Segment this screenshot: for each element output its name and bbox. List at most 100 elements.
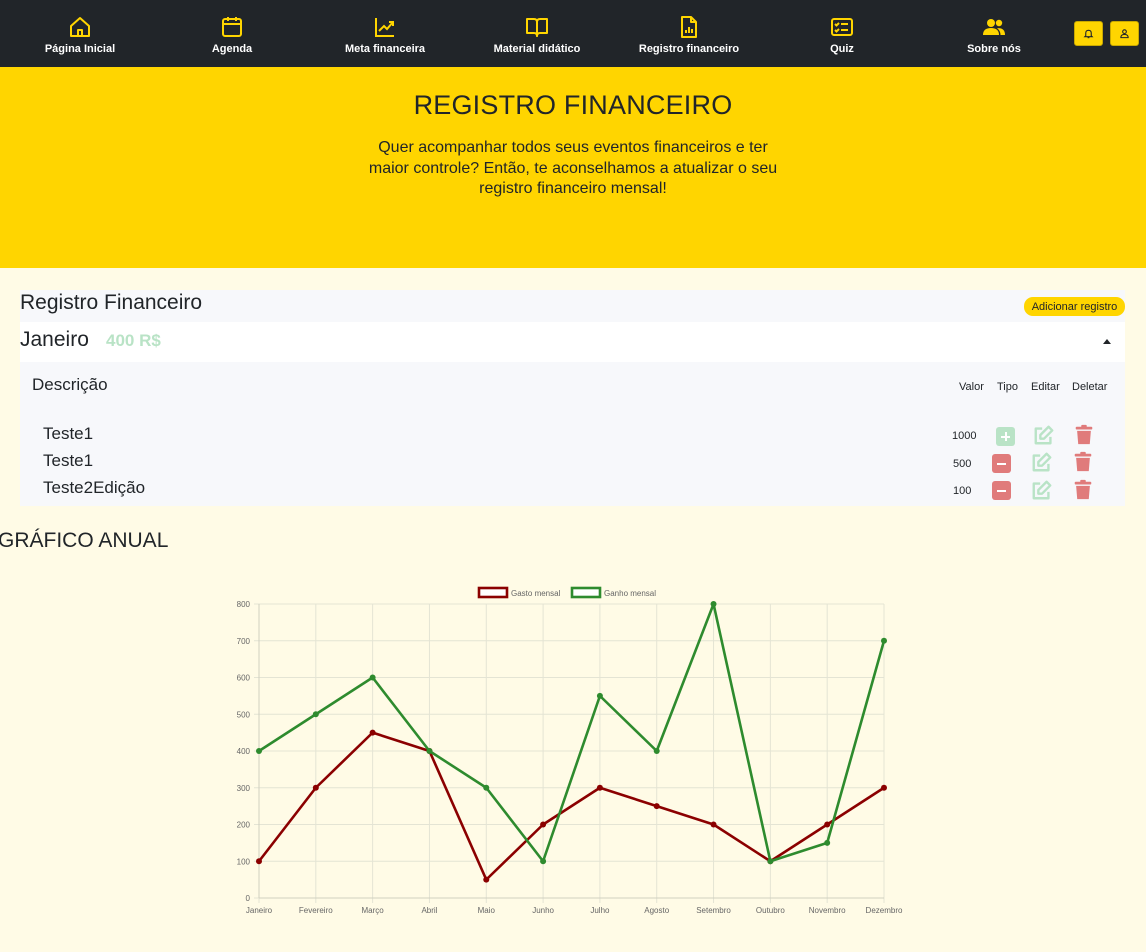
- month-name: Janeiro: [20, 328, 89, 351]
- nav-label: Agenda: [211, 43, 253, 55]
- data-point: [312, 711, 319, 718]
- nav-label: Material didático: [493, 43, 581, 55]
- y-tick-label: 200: [237, 821, 251, 830]
- add-record-button[interactable]: Adicionar registro: [1024, 297, 1125, 316]
- edit-icon[interactable]: [1031, 451, 1053, 473]
- edit-icon[interactable]: [1033, 424, 1055, 446]
- nav-item-material-didatico[interactable]: Material didático: [482, 0, 592, 67]
- trash-icon[interactable]: [1072, 479, 1094, 501]
- data-point: [369, 674, 376, 681]
- chart-title: GRÁFICO ANUAL: [0, 529, 169, 552]
- legend-label: Ganho mensal: [604, 589, 656, 598]
- data-point: [483, 876, 490, 883]
- record-description: Teste1: [43, 451, 94, 470]
- y-tick-label: 0: [246, 894, 251, 903]
- series-line-gasto: [257, 731, 885, 881]
- data-point: [824, 839, 831, 846]
- data-point: [256, 858, 262, 865]
- y-tick-label: 500: [237, 710, 251, 719]
- trash-icon[interactable]: [1073, 424, 1095, 446]
- y-tick-label: 400: [237, 747, 251, 756]
- x-tick-label: Maio: [478, 906, 496, 915]
- home-icon: [70, 17, 90, 37]
- x-tick-label: Julho: [590, 906, 610, 915]
- nav-label: Quiz: [830, 43, 854, 55]
- nav-label: Sobre nós: [967, 43, 1021, 55]
- data-point: [312, 784, 319, 791]
- nav-label: Meta financeira: [344, 43, 426, 55]
- x-tick-label: Fevereiro: [299, 906, 333, 915]
- nav-item-pagina-inicial[interactable]: Página Inicial: [35, 0, 125, 67]
- legend-label: Gasto mensal: [511, 589, 561, 598]
- record-value: 500: [953, 458, 972, 470]
- data-point: [824, 821, 831, 828]
- trash-icon[interactable]: [1072, 451, 1094, 473]
- calendar-icon: [222, 17, 242, 37]
- legend-swatch: [570, 586, 602, 599]
- month-accordion-header[interactable]: Janeiro 400 R$: [20, 322, 1125, 362]
- bell-icon: [1083, 29, 1094, 39]
- data-point: [596, 692, 603, 699]
- data-point: [881, 637, 887, 644]
- data-point: [483, 784, 490, 791]
- profile-button[interactable]: [1110, 21, 1139, 46]
- hero-banner: REGISTRO FINANCEIRO Quer acompanhar todo…: [0, 67, 1146, 268]
- column-header-type: Tipo: [997, 381, 1018, 393]
- nav-label: Página Inicial: [44, 43, 116, 55]
- edit-icon[interactable]: [1031, 479, 1053, 501]
- y-tick-label: 800: [237, 600, 251, 609]
- x-tick-label: Dezembro: [866, 906, 903, 915]
- x-tick-label: Janeiro: [246, 906, 273, 915]
- nav-item-sobre-nos[interactable]: Sobre nós: [949, 0, 1039, 67]
- data-point: [881, 784, 887, 791]
- minus-icon: [992, 454, 1011, 473]
- top-navbar: Página Inicial Agenda Meta financeira Ma…: [0, 0, 1146, 67]
- x-tick-label: Março: [362, 906, 385, 915]
- data-point: [369, 729, 376, 736]
- checklist-icon: [831, 18, 853, 36]
- registry-title: Registro Financeiro: [20, 291, 203, 314]
- data-point: [710, 821, 717, 828]
- column-header-value: Valor: [959, 381, 984, 393]
- y-tick-label: 600: [237, 674, 251, 683]
- chart-line-icon: [375, 18, 394, 37]
- legend-swatch: [477, 586, 509, 599]
- x-tick-label: Agosto: [644, 906, 669, 915]
- caret-up-icon: [1103, 339, 1111, 344]
- nav-item-quiz[interactable]: Quiz: [797, 0, 887, 67]
- data-point: [540, 858, 547, 865]
- data-point: [426, 748, 433, 754]
- column-header-edit: Editar: [1031, 381, 1060, 393]
- y-tick-label: 100: [237, 857, 251, 866]
- notifications-button[interactable]: [1074, 21, 1103, 46]
- column-header-delete: Deletar: [1072, 381, 1108, 393]
- y-tick-label: 700: [237, 637, 251, 646]
- hero-description: Quer acompanhar todos seus eventos finan…: [368, 139, 778, 197]
- record-value: 100: [953, 485, 972, 497]
- y-tick-label: 300: [237, 784, 251, 793]
- data-point: [596, 784, 603, 791]
- x-tick-label: Outubro: [756, 906, 785, 915]
- data-point: [767, 858, 774, 865]
- user-icon: [1120, 29, 1129, 39]
- data-point: [256, 748, 262, 754]
- column-header-description: Descrição: [32, 375, 108, 394]
- nav-item-meta-financeira[interactable]: Meta financeira: [330, 0, 440, 67]
- record-description: Teste2Edição: [43, 478, 146, 497]
- minus-icon: [992, 481, 1011, 500]
- x-tick-label: Novembro: [809, 906, 846, 915]
- series-line-ganho: [258, 602, 886, 863]
- data-point: [653, 748, 660, 754]
- nav-item-registro-financeiro[interactable]: Registro financeiro: [634, 0, 744, 67]
- hero-title: REGISTRO FINANCEIRO: [413, 90, 733, 120]
- record-value: 1000: [952, 430, 977, 442]
- x-tick-label: Abril: [421, 906, 437, 915]
- record-description: Teste1: [43, 424, 94, 443]
- x-tick-label: Setembro: [696, 906, 731, 915]
- nav-item-agenda[interactable]: Agenda: [187, 0, 277, 67]
- data-point: [653, 803, 660, 810]
- x-tick-label: Junho: [532, 906, 554, 915]
- nav-label: Registro financeiro: [638, 43, 740, 55]
- data-point: [540, 821, 547, 828]
- report-icon: [681, 16, 697, 38]
